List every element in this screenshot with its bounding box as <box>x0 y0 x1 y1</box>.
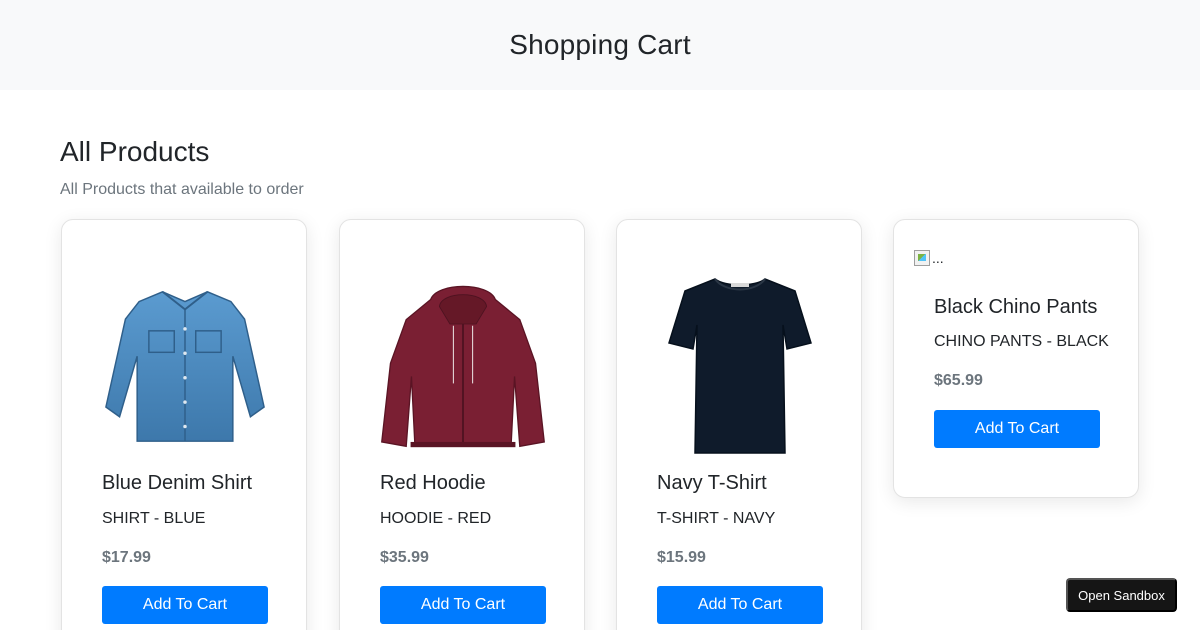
product-title: Black Chino Pants <box>934 296 1098 318</box>
product-subtitle: T-SHIRT - NAVY <box>657 510 776 527</box>
add-to-cart-button[interactable]: Add To Cart <box>102 586 268 624</box>
tshirt-image <box>668 277 812 454</box>
section-title: All Products <box>60 136 210 167</box>
product-subtitle: HOODIE - RED <box>380 510 492 527</box>
shirt-image <box>105 290 265 442</box>
product-image-navy-tshirt <box>657 250 823 480</box>
product-title: Blue Denim Shirt <box>102 472 253 494</box>
add-to-cart-button[interactable]: Add To Cart <box>934 410 1100 448</box>
open-sandbox-button[interactable]: Open Sandbox <box>1066 578 1177 612</box>
product-image-blue-denim-shirt <box>102 250 268 480</box>
product-price: $35.99 <box>380 549 429 566</box>
product-image-red-hoodie <box>380 250 546 480</box>
add-to-cart-button[interactable]: Add To Cart <box>380 586 546 624</box>
broken-image-icon <box>914 250 930 266</box>
product-subtitle: CHINO PANTS - BLACK <box>934 333 1109 350</box>
product-title: Navy T-Shirt <box>657 472 767 494</box>
page-title: Shopping Cart <box>509 29 691 60</box>
product-card-black-chino-pants: ... Black Chino Pants CHINO PANTS - BLAC… <box>893 219 1139 498</box>
top-header: Shopping Cart <box>0 0 1200 90</box>
product-price: $15.99 <box>657 549 706 566</box>
product-title: Red Hoodie <box>380 472 486 494</box>
product-card-navy-tshirt: Navy T-Shirt T-SHIRT - NAVY $15.99 Add T… <box>616 219 862 630</box>
product-image-black-chino-pants: ... <box>914 250 944 266</box>
product-card-red-hoodie: Red Hoodie HOODIE - RED $35.99 Add To Ca… <box>339 219 585 630</box>
image-alt-text: ... <box>932 250 944 266</box>
product-subtitle: SHIRT - BLUE <box>102 510 206 527</box>
product-price: $17.99 <box>102 549 151 566</box>
add-to-cart-button[interactable]: Add To Cart <box>657 586 823 624</box>
product-price: $65.99 <box>934 372 983 389</box>
product-card-blue-denim-shirt: Blue Denim Shirt SHIRT - BLUE $17.99 Add… <box>61 219 307 630</box>
hoodie-image <box>381 285 545 447</box>
section-subtitle: All Products that available to order <box>60 181 304 198</box>
